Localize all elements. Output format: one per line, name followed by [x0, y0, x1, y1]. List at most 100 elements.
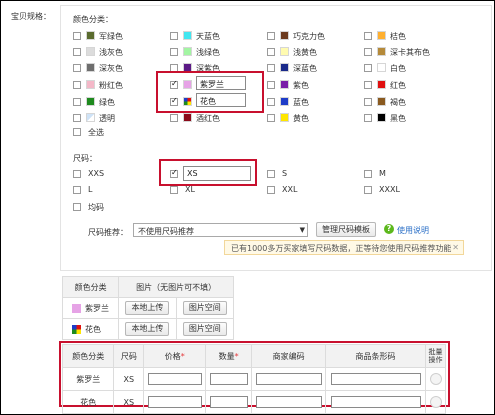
color-checkbox[interactable] — [267, 81, 275, 89]
multicolor-swatch — [72, 324, 81, 334]
size-label: 均码 — [88, 203, 104, 212]
image-space-button[interactable]: 图片空间 — [182, 322, 227, 336]
manage-size-template-button[interactable]: 管理尺码模板 — [316, 222, 376, 237]
color-label: 巧克力色 — [293, 32, 325, 41]
color-checkbox[interactable] — [170, 114, 178, 122]
color-checkbox[interactable] — [364, 114, 372, 122]
image-table-header-color: 颜色分类 — [61, 276, 120, 298]
sku-header-quantity: 数量* — [205, 344, 253, 368]
highlight-color-selection — [156, 71, 264, 113]
size-label: XXS — [88, 169, 105, 178]
size-checkbox[interactable] — [267, 186, 275, 194]
color-checkbox[interactable] — [364, 81, 372, 89]
color-checkbox[interactable] — [267, 32, 275, 40]
color-swatch — [377, 97, 386, 106]
select-all-checkbox[interactable] — [73, 128, 81, 136]
color-swatch — [280, 47, 289, 56]
color-swatch — [377, 47, 386, 56]
notice-text: 已有1000多万买家填写尺码数据，正等待您使用尺码推荐功能 — [231, 244, 452, 253]
color-swatch — [280, 80, 289, 89]
color-label: 桔色 — [390, 32, 406, 41]
color-swatch — [72, 303, 81, 313]
barcode-input[interactable] — [330, 373, 421, 385]
color-label: 透明 — [99, 114, 115, 123]
color-checkbox[interactable] — [267, 98, 275, 106]
size-checkbox[interactable] — [170, 186, 178, 194]
color-label: 酒红色 — [196, 114, 220, 123]
color-swatch — [183, 113, 192, 122]
select-all-label: 全选 — [88, 128, 104, 137]
color-checkbox[interactable] — [73, 81, 81, 89]
color-checkbox[interactable] — [267, 64, 275, 72]
batch-radio[interactable] — [429, 396, 442, 408]
sku-header-color: 颜色分类 — [61, 344, 115, 368]
color-checkbox[interactable] — [364, 64, 372, 72]
color-checkbox[interactable] — [267, 48, 275, 56]
color-checkbox[interactable] — [364, 98, 372, 106]
size-checkbox[interactable] — [73, 203, 81, 211]
color-label: 褐色 — [390, 98, 406, 107]
close-icon[interactable]: ✕ — [452, 243, 459, 252]
color-label: 绿色 — [99, 98, 115, 107]
sku-header-merchant-code: 商家编码 — [251, 344, 327, 368]
color-label: 蓝色 — [293, 98, 309, 107]
image-space-button[interactable]: 图片空间 — [182, 301, 227, 315]
size-checkbox[interactable] — [73, 186, 81, 194]
image-row-color-cell: 紫罗兰 — [61, 297, 120, 319]
barcode-input[interactable] — [330, 396, 421, 408]
color-checkbox[interactable] — [267, 114, 275, 122]
image-row-color-name: 花色 — [85, 324, 101, 334]
sku-row-color: 花色 — [61, 390, 115, 414]
color-swatch — [86, 113, 95, 122]
color-label: 白色 — [390, 64, 406, 73]
local-upload-button[interactable]: 本地上传 — [125, 301, 170, 315]
quantity-input[interactable] — [209, 396, 248, 408]
quantity-input[interactable] — [209, 373, 248, 385]
image-row-color-cell: 花色 — [61, 318, 120, 340]
color-checkbox[interactable] — [170, 48, 178, 56]
color-checkbox[interactable] — [73, 48, 81, 56]
color-checkbox[interactable] — [170, 32, 178, 40]
size-label: XL — [185, 185, 195, 194]
color-checkbox[interactable] — [73, 114, 81, 122]
sku-header-size: 尺码 — [113, 344, 145, 368]
color-label: 浅灰色 — [99, 48, 123, 57]
table-row: 花色 本地上传 图片空间 — [61, 318, 235, 340]
color-swatch — [280, 113, 289, 122]
size-recommend-select[interactable]: 不使用尺码推荐 ▼ — [133, 223, 308, 237]
color-swatch — [377, 113, 386, 122]
size-recommend-value: 不使用尺码推荐 — [138, 227, 194, 236]
color-checkbox[interactable] — [73, 32, 81, 40]
color-checkbox[interactable] — [73, 64, 81, 72]
color-label: 粉红色 — [99, 81, 123, 90]
size-checkbox[interactable] — [364, 186, 372, 194]
merchant-code-input[interactable] — [255, 396, 322, 408]
color-swatch — [280, 63, 289, 72]
color-label: 黄色 — [293, 114, 309, 123]
spec-label: 宝贝规格： — [11, 12, 51, 21]
image-table: 颜色分类 图片（无图片可不填） 紫罗兰 本地上传 图片空间 花色 本地上传 图片… — [61, 276, 235, 340]
table-row: 紫罗兰 本地上传 图片空间 — [61, 297, 235, 319]
image-table-header-image: 图片（无图片可不填） — [118, 276, 234, 298]
color-checkbox[interactable] — [364, 48, 372, 56]
size-checkbox[interactable] — [267, 170, 275, 178]
size-checkbox[interactable] — [73, 170, 81, 178]
size-label: L — [88, 185, 93, 194]
usage-help-link[interactable]: 使用说明 — [397, 225, 429, 236]
price-input[interactable] — [147, 396, 202, 408]
color-checkbox[interactable] — [364, 32, 372, 40]
local-upload-button[interactable]: 本地上传 — [125, 322, 170, 336]
color-swatch — [86, 80, 95, 89]
size-section-title: 尺码： — [73, 154, 97, 163]
sku-row-size: XS — [113, 390, 145, 414]
price-input[interactable] — [147, 373, 202, 385]
color-checkbox[interactable] — [73, 98, 81, 106]
color-swatch — [86, 63, 95, 72]
batch-radio[interactable] — [429, 373, 442, 385]
size-label: M — [379, 169, 386, 178]
size-label: S — [282, 169, 288, 178]
color-swatch — [86, 31, 95, 40]
size-checkbox[interactable] — [364, 170, 372, 178]
merchant-code-input[interactable] — [255, 373, 322, 385]
table-row: 花色 XS — [61, 390, 446, 414]
